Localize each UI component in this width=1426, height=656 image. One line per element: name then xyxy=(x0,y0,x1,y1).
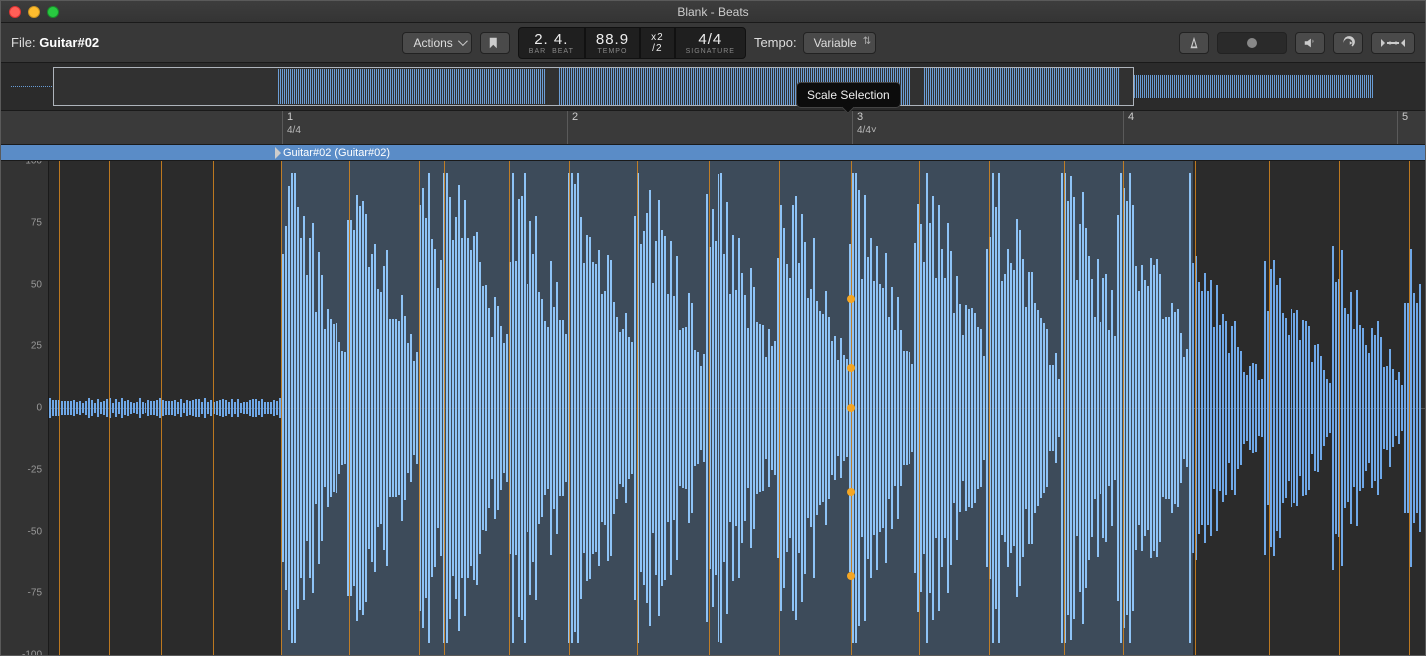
bar-marker[interactable]: 4 xyxy=(1123,111,1134,144)
beat-marker[interactable] xyxy=(1064,161,1065,655)
beat-marker[interactable] xyxy=(281,161,282,655)
volume-button[interactable] xyxy=(1295,32,1325,54)
ruler[interactable]: 14/4 2 34/4˅ 4 5 xyxy=(1,111,1425,145)
scale-arrows-icon xyxy=(1381,36,1405,50)
window-zoom-button[interactable] xyxy=(47,6,59,18)
beat-handle[interactable] xyxy=(847,572,855,580)
y-axis-label: -25 xyxy=(28,464,42,475)
metronome-button[interactable] xyxy=(1179,32,1209,54)
beat-marker[interactable] xyxy=(213,161,214,655)
lcd-display[interactable]: 2. 4. BAR BEAT 88.9 TEMPO x2 /2 4/4 SIGN… xyxy=(518,27,746,59)
y-axis-label: 50 xyxy=(31,279,42,290)
beat-handle[interactable] xyxy=(847,364,855,372)
beat-marker[interactable] xyxy=(779,161,780,655)
region-name: Guitar#02 (Guitar#02) xyxy=(283,147,390,159)
beat-marker[interactable] xyxy=(419,161,420,655)
speaker-icon xyxy=(1303,36,1317,50)
snap-button[interactable] xyxy=(480,32,510,54)
y-axis: 100 75 50 25 0 -25 -50 -75 -100 xyxy=(1,161,49,655)
waveform-editor[interactable]: 100 75 50 25 0 -25 -50 -75 -100 xyxy=(1,161,1425,655)
toolbar: File: Guitar#02 Actions 2. 4. BAR BEAT 8… xyxy=(1,23,1425,63)
bar-marker[interactable]: 2 xyxy=(567,111,578,144)
y-axis-label: 100 xyxy=(25,161,42,167)
waveform[interactable] xyxy=(49,161,1425,655)
bar-marker[interactable]: 34/4˅ xyxy=(852,111,877,144)
beat-marker[interactable] xyxy=(161,161,162,655)
beat-handle[interactable] xyxy=(847,404,855,412)
tempo-label: Tempo: xyxy=(754,35,797,50)
overview-selection[interactable] xyxy=(53,67,1134,106)
beat-marker[interactable] xyxy=(349,161,350,655)
snap-icon xyxy=(488,36,502,50)
beat-marker[interactable] xyxy=(1339,161,1340,655)
window-close-button[interactable] xyxy=(9,6,21,18)
beat-handle[interactable] xyxy=(847,488,855,496)
y-axis-label: 75 xyxy=(31,217,42,228)
y-axis-label: 25 xyxy=(31,341,42,352)
cycle-button[interactable] xyxy=(1333,32,1363,54)
window-minimize-button[interactable] xyxy=(28,6,40,18)
overview[interactable] xyxy=(1,63,1425,111)
tempo-mode-select[interactable]: Variable xyxy=(803,32,876,54)
beat-handle[interactable] xyxy=(847,295,855,303)
tooltip: Scale Selection xyxy=(796,82,901,108)
beat-marker[interactable] xyxy=(569,161,570,655)
titlebar: Blank - Beats xyxy=(1,1,1425,23)
y-axis-label: 0 xyxy=(36,403,42,414)
file-label: File: Guitar#02 xyxy=(11,35,99,50)
metronome-icon xyxy=(1187,36,1201,50)
y-axis-label: -50 xyxy=(28,526,42,537)
window-title: Blank - Beats xyxy=(1,5,1425,19)
actions-menu[interactable]: Actions xyxy=(402,32,471,54)
y-axis-label: -75 xyxy=(28,588,42,599)
beat-marker[interactable] xyxy=(109,161,110,655)
beat-marker[interactable] xyxy=(1409,161,1410,655)
bar-marker[interactable]: 5 xyxy=(1397,111,1408,144)
scale-selection-button[interactable] xyxy=(1371,32,1415,54)
beat-marker[interactable] xyxy=(1269,161,1270,655)
beat-marker[interactable] xyxy=(1195,161,1196,655)
beat-marker[interactable] xyxy=(59,161,60,655)
beat-marker[interactable] xyxy=(919,161,920,655)
bar-marker[interactable]: 14/4 xyxy=(282,111,301,144)
cycle-icon xyxy=(1341,36,1355,50)
file-name: Guitar#02 xyxy=(39,35,99,50)
beat-marker[interactable] xyxy=(509,161,510,655)
y-axis-label: -100 xyxy=(22,650,42,656)
metronome-slider[interactable] xyxy=(1217,32,1287,54)
beat-marker[interactable] xyxy=(637,161,638,655)
beat-marker[interactable] xyxy=(989,161,990,655)
beat-marker[interactable] xyxy=(709,161,710,655)
beat-marker[interactable] xyxy=(444,161,445,655)
region-header[interactable]: Guitar#02 (Guitar#02) xyxy=(1,145,1425,161)
beat-marker[interactable] xyxy=(1123,161,1124,655)
